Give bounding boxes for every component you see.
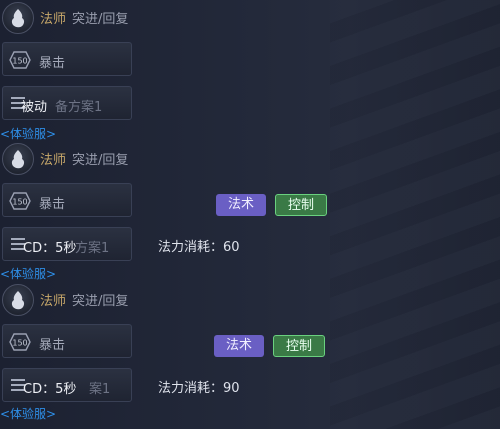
svg-text:150: 150 xyxy=(12,57,27,66)
hero-class: 法师 xyxy=(40,294,67,309)
hero-role: 突进/回复 xyxy=(72,12,129,27)
mana-cost-label: 法力消耗：90 xyxy=(158,381,240,396)
hero-role: 突进/回复 xyxy=(72,153,129,168)
cooldown-label: CD：5秒 xyxy=(23,382,77,397)
crit-tag[interactable]: 150 暴击 xyxy=(2,183,132,217)
svg-text:150: 150 xyxy=(12,198,27,207)
plan-tag[interactable]: 案1 CD：5秒 xyxy=(2,368,132,402)
plan-tag[interactable]: 备方案1 被动 xyxy=(2,86,132,120)
trial-server-label: <体验服> xyxy=(0,127,57,141)
svg-text:150: 150 xyxy=(12,339,27,348)
level-badge-icon: 150 xyxy=(9,192,31,210)
mana-cost-label: 法力消耗：60 xyxy=(158,240,240,255)
cooldown-label: CD：5秒 xyxy=(23,241,77,256)
hero-avatar[interactable] xyxy=(2,143,34,175)
hero-role: 突进/回复 xyxy=(72,294,129,309)
mage-icon xyxy=(11,291,25,310)
hero-avatar[interactable] xyxy=(2,284,34,316)
skill-block-2: 法师 突进/回复 150 暴击 法术 控制 方案1 CD：5秒 法力消耗：60 <… xyxy=(0,141,500,284)
trial-server-label: <体验服> xyxy=(0,407,57,421)
level-badge-icon: 150 xyxy=(9,333,31,351)
skill-type-tag: 法术 xyxy=(216,194,266,216)
crit-tag-label: 暴击 xyxy=(39,338,66,353)
skill-type-tag: 法术 xyxy=(214,335,264,357)
passive-label: 被动 xyxy=(21,100,48,115)
hero-info: 法师 突进/回复 xyxy=(40,149,128,168)
crit-tag[interactable]: 150 暴击 xyxy=(2,324,132,358)
hero-class: 法师 xyxy=(40,153,67,168)
plan-tag-label: 案1 xyxy=(89,382,111,397)
skill-block-3: 法师 突进/回复 150 暴击 法术 控制 案1 CD：5秒 法力消耗：90 <体… xyxy=(0,282,500,425)
plan-tag-label: 备方案1 xyxy=(55,100,103,115)
trial-server-label: <体验服> xyxy=(0,267,57,281)
skill-block-1: 法师 突进/回复 150 暴击 备方案1 被动 <体验服> xyxy=(0,0,500,143)
hero-avatar[interactable] xyxy=(2,2,34,34)
plan-tag-label: 方案1 xyxy=(75,241,110,256)
mage-icon xyxy=(11,150,25,169)
level-badge-icon: 150 xyxy=(9,51,31,69)
hero-info: 法师 突进/回复 xyxy=(40,290,128,309)
skill-effect-tag: 控制 xyxy=(275,194,327,216)
hero-class: 法师 xyxy=(40,12,67,27)
hero-info: 法师 突进/回复 xyxy=(40,8,128,27)
plan-tag[interactable]: 方案1 CD：5秒 xyxy=(2,227,132,261)
crit-tag-label: 暴击 xyxy=(39,197,66,212)
crit-tag-label: 暴击 xyxy=(39,56,66,71)
crit-tag[interactable]: 150 暴击 xyxy=(2,42,132,76)
mage-icon xyxy=(11,9,25,28)
skill-effect-tag: 控制 xyxy=(273,335,325,357)
